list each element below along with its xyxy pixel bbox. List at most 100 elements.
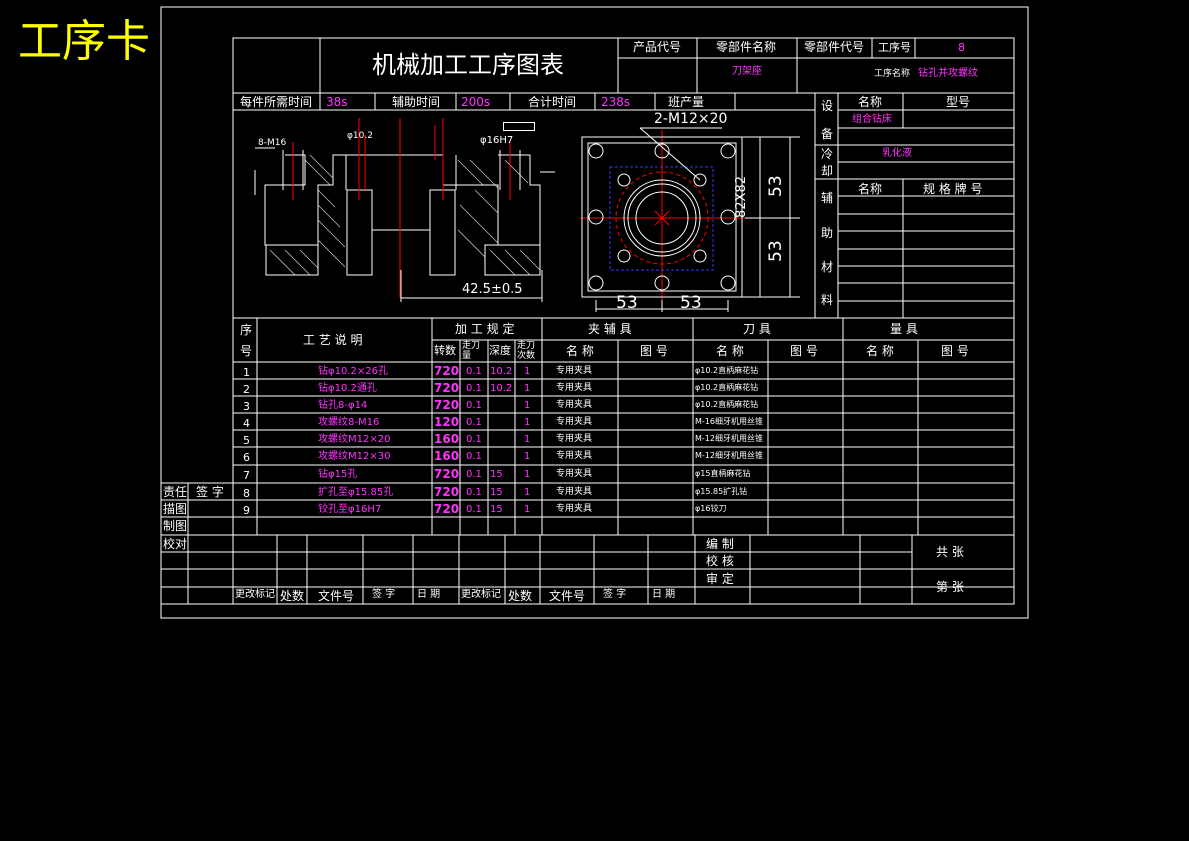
tool-header: 刀 具: [743, 322, 771, 336]
row-8-feed: 0.1: [466, 487, 482, 498]
label-53-h1: 53: [616, 293, 638, 313]
draw-label: 制图: [163, 519, 188, 533]
shift-output-label: 班产量: [668, 95, 705, 109]
label-dia-10-2: φ10.2: [347, 131, 373, 141]
sign-label: 签 字: [196, 485, 224, 499]
aux-name-label: 名称: [858, 182, 883, 196]
row-7-tool: φ15直柄麻花钻: [695, 469, 751, 478]
equip-char-2: 备: [821, 127, 834, 141]
row-6-tool: M-12细牙机用丝锥: [695, 451, 763, 460]
row-9-desc: 铰孔至φ16H7: [318, 504, 382, 515]
revision-col-5: 日 期: [417, 589, 441, 600]
row-6-passes: 1: [524, 451, 531, 462]
feed-header: 走刀量: [462, 341, 481, 361]
row-1-passes: 1: [524, 366, 531, 377]
row-2-depth: 10.2: [490, 383, 513, 394]
total-time-value: 238s: [601, 95, 631, 109]
row-3-rpm: 720: [434, 398, 460, 412]
row-2-desc: 钻φ10.2通孔: [318, 383, 377, 394]
row-7-depth: 15: [490, 469, 503, 480]
op-no-value: 8: [958, 41, 965, 54]
row-3-no: 3: [243, 400, 250, 413]
row-1-desc: 钻φ10.2×26孔: [318, 366, 388, 377]
op-name-label: 工序名称: [874, 69, 911, 79]
total-sheets-label: 共 张: [936, 545, 964, 559]
per-piece-label: 每件所需时间: [240, 95, 313, 109]
gauge-header: 量 具: [890, 322, 918, 336]
aux-char-1: 辅: [821, 191, 834, 205]
row-7-no: 7: [243, 469, 250, 482]
row-3-feed: 0.1: [466, 400, 482, 411]
row-9-fixture: 专用夹具: [556, 504, 593, 514]
row-5-rpm: 160: [434, 432, 460, 446]
aux-char-4: 料: [821, 293, 834, 307]
row-7-passes: 1: [524, 469, 531, 480]
row-2-feed: 0.1: [466, 383, 482, 394]
row-1-tool: φ10.2直柄麻花钻: [695, 366, 759, 375]
row-9-rpm: 720: [434, 502, 460, 516]
row-8-desc: 扩孔至φ15.85孔: [318, 487, 394, 498]
total-time-label: 合计时间: [528, 95, 577, 109]
row-1-feed: 0.1: [466, 366, 482, 377]
row-4-rpm: 120: [434, 415, 460, 429]
row-5-feed: 0.1: [466, 434, 482, 445]
row-6-fixture: 专用夹具: [556, 451, 593, 461]
row-8-fixture: 专用夹具: [556, 487, 593, 497]
label-2-m12x20: 2-M12×20: [654, 111, 728, 127]
row-6-feed: 0.1: [466, 451, 482, 462]
row-4-tool: M-16细牙机用丝锥: [695, 417, 763, 426]
row-5-tool: M-12细牙机用丝锥: [695, 434, 763, 443]
revision-col-8: 文件号: [549, 589, 586, 603]
part-name-value: 刀架座: [732, 66, 762, 77]
row-1-rpm: 720: [434, 364, 460, 378]
row-4-no: 4: [243, 417, 250, 430]
depth-header: 深度: [489, 344, 511, 357]
row-5-no: 5: [243, 434, 250, 447]
part-plan-drawing: [581, 127, 800, 312]
revision-col-10: 日 期: [652, 589, 676, 600]
approve-label: 审 定: [706, 572, 734, 586]
row-9-depth: 15: [490, 504, 503, 515]
row-8-depth: 15: [490, 487, 503, 498]
machine-value: 组合钻床: [852, 114, 892, 125]
revision-col-9: 签 字: [603, 589, 627, 600]
row-4-desc: 攻螺纹8-M16: [318, 417, 380, 428]
rpm-header: 转数: [434, 344, 456, 357]
aux-char-3: 材: [821, 260, 834, 274]
row-9-passes: 1: [524, 504, 531, 515]
row-3-fixture: 专用夹具: [556, 400, 593, 410]
equip-char-1: 设: [821, 99, 834, 113]
row-7-rpm: 720: [434, 467, 460, 481]
row-6-no: 6: [243, 451, 250, 464]
row-3-tool: φ10.2直柄麻花钻: [695, 400, 759, 409]
per-piece-value: 38s: [326, 95, 348, 109]
row-2-tool: φ10.2直柄麻花钻: [695, 383, 759, 392]
center-lines: [292, 118, 745, 300]
tool-drawing-header: 图 号: [790, 344, 818, 358]
fixture-name-header: 名 称: [566, 344, 594, 358]
revision-col-7: 处数: [508, 589, 533, 603]
row-6-desc: 攻螺纹M12×30: [318, 451, 391, 462]
label-dia-16h7: φ16H7: [480, 135, 514, 146]
surface-finish-box: [503, 122, 535, 131]
row-2-rpm: 720: [434, 381, 460, 395]
label-42-5: 42.5±0.5: [462, 282, 523, 297]
row-5-passes: 1: [524, 434, 531, 445]
row-8-passes: 1: [524, 487, 531, 498]
row-8-tool: φ15.85扩孔钻: [695, 487, 748, 496]
row-5-desc: 攻螺纹M12×20: [318, 434, 391, 445]
coolant-value: 乳化液: [882, 148, 912, 159]
aux-time-label: 辅助时间: [392, 95, 441, 109]
main-title: 机械加工工序图表: [372, 51, 564, 79]
row-4-fixture: 专用夹具: [556, 417, 593, 427]
row-9-feed: 0.1: [466, 504, 482, 515]
equip-model-label: 型号: [946, 95, 971, 109]
trace-label: 描图: [163, 502, 188, 516]
machining-spec-header: 加 工 规 定: [455, 322, 515, 336]
row-2-passes: 1: [524, 383, 531, 394]
row-7-feed: 0.1: [466, 469, 482, 480]
revision-col-6: 更改标记: [461, 589, 501, 600]
sheet-no-label: 第 张: [936, 580, 964, 594]
part-code-label: 零部件代号: [804, 40, 865, 54]
aux-char-2: 助: [821, 226, 834, 240]
